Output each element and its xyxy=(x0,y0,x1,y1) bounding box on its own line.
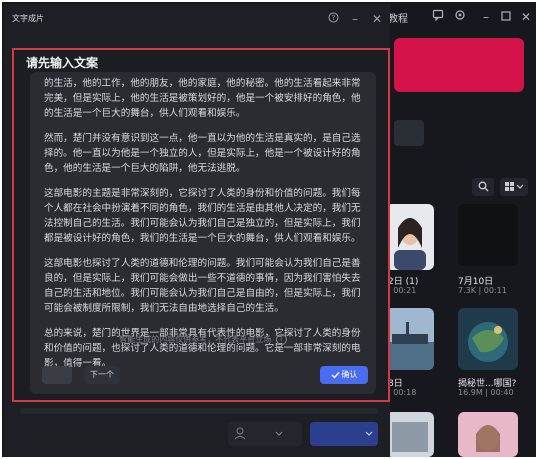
help-circle-icon[interactable]: ? xyxy=(324,10,342,28)
ai-disclaimer: 智能生成的内容仅供参考，不代表平台立场 i xyxy=(30,334,376,345)
video-card-thumbnail[interactable] xyxy=(458,308,518,370)
view-tools xyxy=(472,178,528,196)
voice-selector[interactable] xyxy=(228,422,302,446)
paragraph: 然而，楚门并没有意识到这一点，他一直以为他的生活是真实的，是自己选择的。他一直以… xyxy=(44,133,361,174)
svg-text:?: ? xyxy=(331,14,335,22)
grid-view-icon[interactable] xyxy=(500,178,528,196)
previous-button[interactable] xyxy=(42,366,72,384)
window-title: 文字成片 xyxy=(12,14,44,23)
progress-strip xyxy=(20,408,378,414)
confirm-label: 确认 xyxy=(341,370,358,379)
video-card-thumbnail[interactable] xyxy=(386,204,434,270)
card-meta: 16.9M | 00:40 xyxy=(458,388,514,397)
paragraph: 总的来说，楚门的世界是一部非常具有代表性的电影，它探讨了人类的身份和价值的问题，… xyxy=(44,328,361,369)
search-icon[interactable] xyxy=(472,178,494,196)
promo-banner[interactable] xyxy=(394,38,524,92)
card-meta: | 00:21 xyxy=(388,286,417,295)
video-card-thumbnail[interactable] xyxy=(386,308,434,370)
video-card-thumbnail[interactable] xyxy=(458,204,518,266)
generate-button[interactable] xyxy=(310,422,378,446)
video-card-thumbnail[interactable] xyxy=(458,412,518,457)
settings-icon[interactable] xyxy=(452,9,468,25)
script-input-panel: 请先输入文案 的生活，他的工作，他的朋友，他的家庭，他的秘密。他的生活看起来非常… xyxy=(12,48,390,402)
window-titlebar: 文字成片 ? – ✕ xyxy=(4,4,390,34)
paragraph: 这部电影也探讨了人类的道德和伦理的问题。我们可能会认为我们自己是善良的，但是实际… xyxy=(44,258,361,314)
minimize-icon[interactable]: – xyxy=(478,9,494,25)
disclaimer-text: 智能生成的内容仅供参考，不代表平台立场 xyxy=(119,335,272,344)
panel-heading: 请先输入文案 xyxy=(26,56,99,70)
check-icon xyxy=(331,371,340,379)
paragraph: 这部电影的主题是非常深刻的，它探讨了人类的身份和价值的问题。我们每个人都在社会中… xyxy=(44,188,361,244)
close-icon[interactable]: ✕ xyxy=(518,9,534,25)
search-box[interactable] xyxy=(394,120,424,146)
feedback-icon[interactable] xyxy=(430,9,446,25)
tutorial-tab[interactable]: 教程 xyxy=(388,10,408,25)
app-root: 教程 – ✕ 2日 (1) | 00:21 7月10日 7.3K | 00:11… xyxy=(2,2,536,457)
info-icon[interactable]: i xyxy=(275,334,287,345)
card-meta: | 00:18 xyxy=(388,388,417,397)
maximize-icon[interactable] xyxy=(498,9,514,25)
script-text-area[interactable]: 的生活，他的工作，他的朋友，他的家庭，他的秘密。他的生活看起来非常完美，但是实际… xyxy=(30,72,376,394)
confirm-button[interactable]: 确认 xyxy=(320,366,368,384)
card-meta: 7.3K | 00:11 xyxy=(458,286,507,295)
video-card-thumbnail[interactable] xyxy=(386,412,434,457)
close-icon[interactable]: ✕ xyxy=(368,10,386,28)
paragraph: 的生活，他的工作，他的朋友，他的家庭，他的秘密。他的生活看起来非常完美，但是实际… xyxy=(44,78,361,119)
minimize-icon[interactable]: – xyxy=(346,10,364,28)
text-to-video-window: 文字成片 ? – ✕ 请先输入文案 的生活，他的工作，他的朋友，他的家庭，他的秘… xyxy=(4,4,390,457)
next-button[interactable]: 下一个 xyxy=(84,366,120,384)
